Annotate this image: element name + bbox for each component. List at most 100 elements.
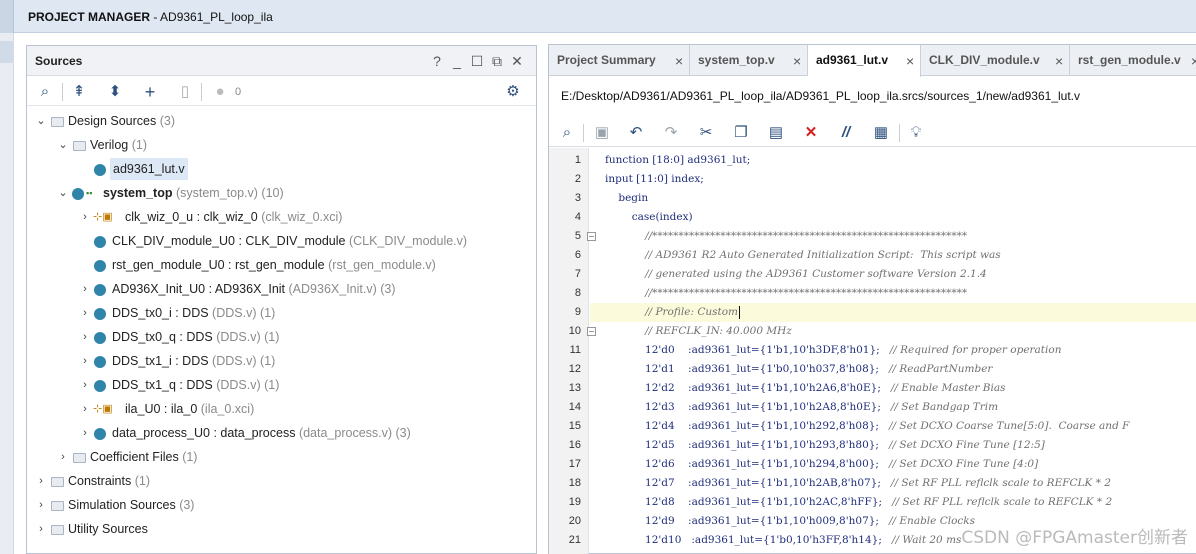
tree-item-meta: (DDS.v) (1) — [212, 306, 276, 320]
tree-item-simulation-sources[interactable]: › Simulation Sources (3) — [27, 494, 536, 516]
code-line[interactable]: //**************************************… — [605, 227, 1195, 246]
code-line[interactable]: // REFCLK_IN: 40.000 MHz — [605, 322, 1195, 341]
chevron-right-icon[interactable]: › — [79, 374, 91, 396]
code-area[interactable]: 1 function [18:0] ad9361_lut; 2 input [11:0… — [549, 148, 1196, 554]
expand-all-icon[interactable]: ⬍ — [105, 82, 125, 102]
paste-icon[interactable]: ▤ — [766, 123, 786, 143]
chevron-right-icon[interactable]: › — [35, 470, 47, 492]
tree-item-clk-wiz[interactable]: › ⊹▣ clk_wiz_0_u : clk_wiz_0 (clk_wiz_0.… — [27, 206, 536, 228]
add-sources-icon[interactable]: + — [140, 82, 160, 102]
code-text: 12'd10 :ad9361_lut={1'b0,10'h3FF,8'h14}; — [605, 534, 892, 546]
code-line[interactable]: 12'd0 :ad9361_lut={1'b1,10'h3DF,8'h01}; … — [605, 341, 1195, 360]
chevron-right-icon[interactable]: › — [79, 302, 91, 324]
code-line[interactable]: 12'd7 :ad9361_lut={1'b1,10'h2AB,8'h07}; … — [605, 474, 1195, 493]
comment-toggle-icon[interactable]: // — [836, 123, 856, 143]
folder-icon — [51, 470, 64, 492]
chevron-right-icon[interactable]: › — [79, 326, 91, 348]
collapse-all-icon[interactable]: ⇞ — [69, 82, 89, 102]
editor-toolbar: ⌕ ▣ ↶ ↷ ✂ ❐ ▤ ✕ // ▦ 💡︎ — [549, 117, 1196, 147]
chevron-down-icon[interactable]: ⌄ — [35, 110, 47, 132]
redo-icon[interactable]: ↷ — [661, 123, 681, 143]
tree-item-rst-gen[interactable]: rst_gen_module_U0 : rst_gen_module (rst_… — [27, 254, 536, 276]
code-line[interactable]: 12'd5 :ad9361_lut={1'b1,10'h293,8'h80}; … — [605, 436, 1195, 455]
tree-item-ad9361-lut[interactable]: ad9361_lut.v — [27, 158, 536, 180]
chevron-down-icon[interactable]: ⌄ — [57, 134, 69, 156]
code-line[interactable]: 12'd6 :ad9361_lut={1'b1,10'h294,8'h00}; … — [605, 455, 1195, 474]
code-line[interactable]: function [18:0] ad9361_lut; — [605, 151, 1195, 170]
code-line[interactable]: 12'd3 :ad9361_lut={1'b1,10'h2A8,8'h0E}; … — [605, 398, 1195, 417]
copy-icon[interactable]: ❐ — [731, 123, 751, 143]
tab-system-top[interactable]: system_top.v × — [690, 45, 808, 76]
line-number: 15 — [568, 420, 581, 432]
tree-item-meta: (DDS.v) (1) — [216, 378, 280, 392]
fold-toggle-icon[interactable]: − — [587, 232, 596, 241]
editor-tabs: Project Summary × system_top.v × ad9361_lu… — [549, 45, 1196, 77]
close-tab-icon[interactable]: × — [1055, 46, 1063, 77]
minimize-icon[interactable]: _ — [449, 53, 465, 69]
code-line[interactable]: // Profile: Custom — [590, 303, 1196, 322]
code-line[interactable]: input [11:0] index; — [605, 170, 1195, 189]
tree-item-data-process[interactable]: › data_process_U0 : data_process (data_p… — [27, 422, 536, 444]
fold-toggle-icon[interactable]: − — [587, 327, 596, 336]
tree-item-utility-sources[interactable]: › Utility Sources — [27, 518, 536, 540]
lightbulb-icon[interactable]: 💡︎ — [906, 123, 926, 143]
tree-item-constraints[interactable]: › Constraints (1) — [27, 470, 536, 492]
code-line[interactable]: 12'd1 :ad9361_lut={1'b0,10'h037,8'h08}; … — [605, 360, 1195, 379]
search-icon[interactable]: ⌕ — [35, 82, 55, 102]
close-tab-icon[interactable]: × — [906, 46, 914, 77]
close-icon[interactable]: ✕ — [509, 53, 525, 70]
code-line[interactable]: // generated using the AD9361 Customer s… — [605, 265, 1195, 284]
code-line[interactable]: 12'd4 :ad9361_lut={1'b1,10'h292,8'h08}; … — [605, 417, 1195, 436]
chevron-right-icon[interactable]: › — [57, 446, 69, 468]
tree-item-system-top[interactable]: ⌄ ▪▪ system_top (system_top.v) (10) — [27, 182, 536, 204]
tree-item-clk-div[interactable]: CLK_DIV_module_U0 : CLK_DIV_module (CLK_… — [27, 230, 536, 252]
float-icon[interactable]: ⧉ — [489, 53, 505, 70]
cut-icon[interactable]: ✂ — [696, 123, 716, 143]
tab-project-summary[interactable]: Project Summary × — [549, 45, 690, 76]
undo-icon[interactable]: ↶ — [626, 123, 646, 143]
maximize-icon[interactable]: ☐ — [469, 53, 485, 70]
chevron-right-icon[interactable]: › — [35, 518, 47, 540]
project-name: AD9361_PL_loop_ila — [160, 10, 273, 24]
flow-strip-tab[interactable] — [0, 41, 14, 63]
close-tab-icon[interactable]: × — [793, 46, 801, 77]
tree-item-ad936x-init[interactable]: › AD936X_Init_U0 : AD936X_Init (AD936X_I… — [27, 278, 536, 300]
chevron-right-icon[interactable]: › — [79, 350, 91, 372]
chevron-right-icon[interactable]: › — [79, 278, 91, 300]
gear-icon[interactable]: ⚙ — [503, 82, 523, 102]
code-line[interactable]: case(index) — [605, 208, 1195, 227]
tree-item-design-sources[interactable]: ⌄ Design Sources (3) — [27, 110, 536, 132]
tab-clk-div-module[interactable]: CLK_DIV_module.v × — [921, 45, 1070, 76]
code-line[interactable]: // AD9361 R2 Auto Generated Initializati… — [605, 246, 1195, 265]
tree-item-meta: (AD936X_Init.v) (3) — [288, 282, 396, 296]
tree-item-dds-tx1-i[interactable]: › DDS_tx1_i : DDS (DDS.v) (1) — [27, 350, 536, 372]
chevron-right-icon[interactable]: › — [79, 422, 91, 444]
help-icon[interactable]: ? — [429, 53, 445, 69]
chevron-down-icon[interactable]: ⌄ — [57, 182, 69, 204]
code-line[interactable]: begin — [605, 189, 1195, 208]
chevron-right-icon[interactable]: › — [79, 206, 91, 228]
properties-icon[interactable]: ▯ — [175, 82, 195, 102]
tree-item-coefficient-files[interactable]: › Coefficient Files (1) — [27, 446, 536, 468]
block-icon[interactable]: ▦ — [871, 123, 891, 143]
chevron-right-icon[interactable]: › — [79, 398, 91, 420]
tree-item-ila[interactable]: › ⊹▣ ila_U0 : ila_0 (ila_0.xci) — [27, 398, 536, 420]
tree-item-dds-tx1-q[interactable]: › DDS_tx1_q : DDS (DDS.v) (1) — [27, 374, 536, 396]
tab-ad9361-lut[interactable]: ad9361_lut.v × — [808, 45, 921, 77]
code-line[interactable]: 12'd2 :ad9361_lut={1'b1,10'h2A6,8'h0E}; … — [605, 379, 1195, 398]
tab-rst-gen-module[interactable]: rst_gen_module.v × — [1070, 45, 1196, 76]
tree-item-dds-tx0-i[interactable]: › DDS_tx0_i : DDS (DDS.v) (1) — [27, 302, 536, 324]
code-line[interactable]: //**************************************… — [605, 284, 1195, 303]
chevron-right-icon[interactable]: › — [35, 494, 47, 516]
tree-item-dds-tx0-q[interactable]: › DDS_tx0_q : DDS (DDS.v) (1) — [27, 326, 536, 348]
line-number: 10 — [568, 325, 581, 337]
close-tab-icon[interactable]: × — [1191, 46, 1196, 77]
search-icon[interactable]: ⌕ — [557, 123, 577, 143]
code-text: 12'd7 :ad9361_lut={1'b1,10'h2AB,8'h07}; — [605, 477, 891, 489]
tree-item-label: ad9361_lut.v — [110, 158, 188, 180]
code-line[interactable]: 12'd8 :ad9361_lut={1'b1,10'h2AC,8'hFF}; … — [605, 493, 1195, 512]
delete-icon[interactable]: ✕ — [801, 123, 821, 143]
save-icon[interactable]: ▣ — [592, 123, 612, 143]
close-tab-icon[interactable]: × — [675, 46, 683, 77]
tree-item-verilog[interactable]: ⌄ Verilog (1) — [27, 134, 536, 156]
